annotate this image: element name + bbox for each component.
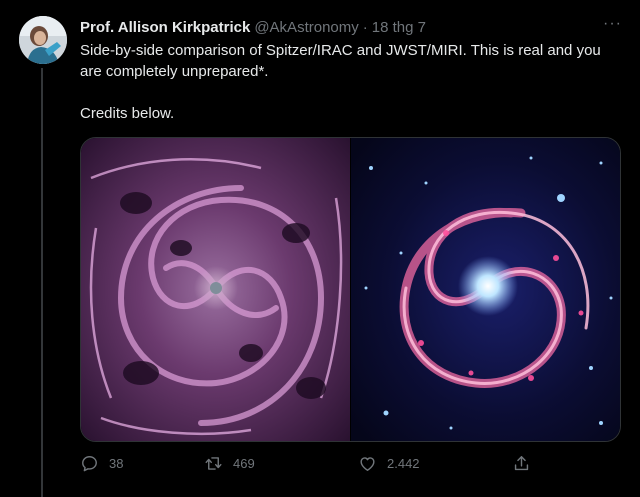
tweet-date[interactable]: 18 thg 7 [372,19,426,36]
tweet-text: Side-by-side comparison of Spitzer/IRAC … [80,40,620,124]
media-image-jwst[interactable] [81,138,350,441]
reply-button[interactable]: 38 [80,454,123,473]
author-handle[interactable]: @AkAstronomy [254,19,358,36]
like-count: 2.442 [387,456,420,471]
media-image-spitzer[interactable] [351,138,620,441]
tweet-header: Prof. Allison Kirkpatrick @AkAstronomy ·… [80,16,622,38]
avatar[interactable] [19,16,67,64]
share-icon [514,456,529,471]
like-button[interactable]: 2.442 [358,454,420,473]
author-name[interactable]: Prof. Allison Kirkpatrick [80,19,250,36]
tweet-media[interactable] [80,137,621,442]
separator-dot: · [362,18,368,36]
share-button[interactable] [512,454,541,473]
heart-icon [360,457,375,471]
reply-count: 38 [109,456,124,471]
reply-icon [82,456,97,472]
thread-line [41,68,43,497]
tweet-credits: Credits below. [80,105,175,122]
tweet-actions: 38 469 2.442 [80,452,540,478]
retweet-button[interactable]: 469 [204,454,255,473]
avatar-image [19,16,67,64]
more-options-icon[interactable]: ··· [603,16,622,32]
tweet-body: Side-by-side comparison of Spitzer/IRAC … [80,42,601,80]
retweet-count: 469 [233,456,255,471]
retweet-icon [205,457,222,470]
